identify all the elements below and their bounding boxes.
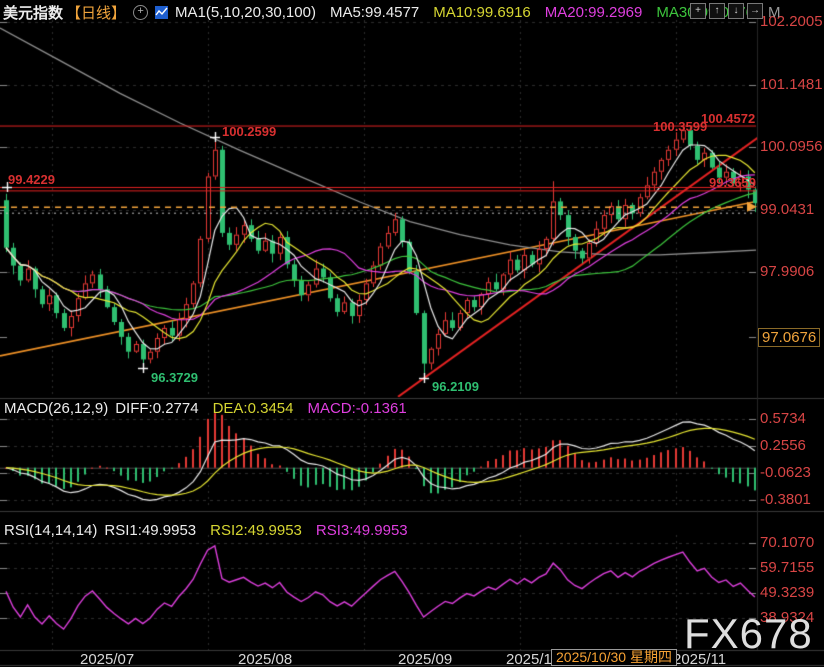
chart-toolbar: + ↑ ↓ → (690, 3, 763, 19)
macd-axis-label: -0.0623 (760, 464, 811, 481)
macd-settings-label[interactable]: MACD(26,12,9) (4, 400, 108, 417)
macd-axis-label: 0.2556 (760, 437, 806, 454)
price-axis-label: 97.9906 (760, 263, 814, 280)
rsi-axis-label: 59.7155 (760, 559, 814, 576)
ma20-value: MA20:99.2969 (545, 4, 643, 21)
rsi-settings-label[interactable]: RSI(14,14,14) (4, 522, 97, 539)
macd-diff-value: DIFF:0.2774 (115, 400, 198, 417)
swing-point-label: 100.2599 (222, 124, 276, 139)
period-label[interactable]: 【日线】 (66, 2, 126, 23)
level-price-label: 99.3659 (709, 175, 756, 190)
macd-dea-value: DEA:0.3454 (213, 400, 294, 417)
date-axis-label: 2025/07 (80, 651, 134, 667)
pan-right-icon[interactable]: → (747, 3, 763, 19)
swing-point-label: 96.2109 (432, 379, 479, 394)
rsi-header: RSI(14,14,14) RSI1:49.9953 RSI2:49.9953 … (4, 522, 408, 539)
date-axis-label: 2025/08 (238, 651, 292, 667)
watermark: FX678 (684, 610, 813, 658)
rsi3-value: RSI3:49.9953 (316, 522, 408, 539)
ma-settings-label[interactable]: MA1(5,10,20,30,100) (175, 4, 316, 21)
ma5-value: MA5:99.4577 (330, 4, 419, 21)
rsi2-value: RSI2:49.9953 (210, 522, 302, 539)
macd-header: MACD(26,12,9) DIFF:0.2774 DEA:0.3454 MAC… (4, 400, 407, 417)
rsi1-value: RSI1:49.9953 (104, 522, 196, 539)
price-axis-label: 101.1481 (760, 76, 823, 93)
ma10-value: MA10:99.6916 (433, 4, 531, 21)
macd-value: MACD:-0.1361 (307, 400, 406, 417)
chart-header: 美元指数 【日线】 + MA1(5,10,20,30,100) MA5:99.4… (3, 2, 780, 23)
date-axis-label: 2025/1 (506, 651, 552, 667)
rsi-axis-label: 49.3239 (760, 584, 814, 601)
crosshair-date-box: 2025/10/30 星期四 (551, 649, 677, 666)
symbol-title: 美元指数 (3, 2, 63, 23)
macd-axis-label: 0.5734 (760, 410, 806, 427)
level-price-label: 100.3599 (653, 119, 707, 134)
scale-up-icon[interactable]: ↑ (709, 3, 725, 19)
chart-canvas[interactable] (0, 0, 824, 667)
candlestick-chart-icon[interactable] (155, 6, 168, 19)
price-axis-label: 97.0676 (758, 328, 820, 347)
macd-axis-label: -0.3801 (760, 491, 811, 508)
chart-app: 美元指数 【日线】 + MA1(5,10,20,30,100) MA5:99.4… (0, 0, 824, 667)
minute-period-label[interactable]: M (768, 4, 781, 21)
level-price-label: 100.4572 (701, 111, 755, 126)
add-indicator-icon[interactable]: + (133, 5, 148, 20)
level-price-label: 99.4229 (8, 172, 55, 187)
crosshair-icon[interactable]: + (690, 3, 706, 19)
price-axis-label: 100.0956 (760, 138, 823, 155)
date-axis-label: 2025/09 (398, 651, 452, 667)
swing-point-label: 96.3729 (151, 370, 198, 385)
rsi-axis-label: 70.1070 (760, 534, 814, 551)
scale-down-icon[interactable]: ↓ (728, 3, 744, 19)
price-axis-label: 99.0431 (760, 201, 814, 218)
crosshair-date-label: 2025/10/30 星期四 (556, 649, 672, 665)
